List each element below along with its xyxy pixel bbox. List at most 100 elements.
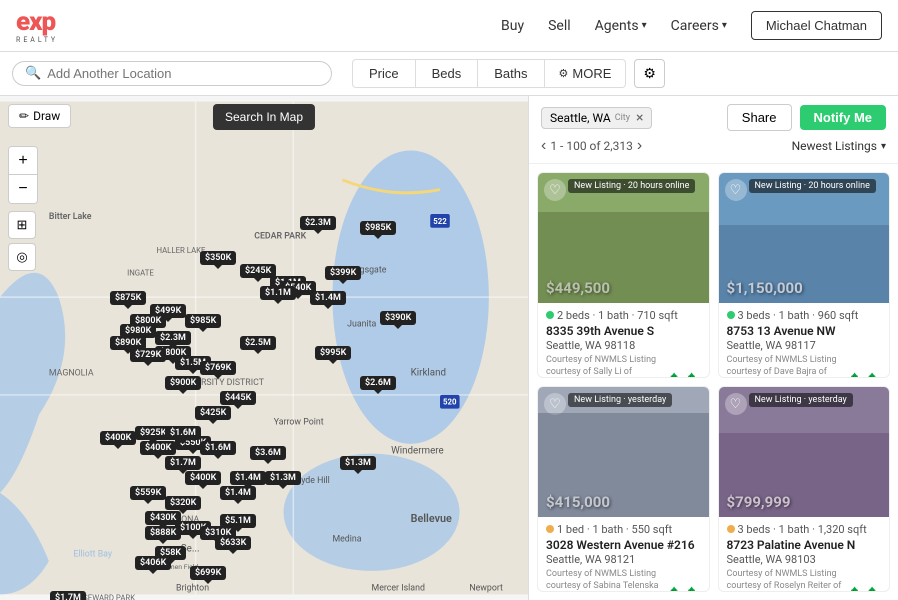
price-bubble[interactable]: $399K bbox=[325, 266, 361, 280]
listing-source-text: Courtesy of NWMLS Listing courtesy of Sa… bbox=[546, 355, 662, 378]
listing-card[interactable]: ♡ New Listing · yesterday $415,000 1 bed… bbox=[537, 386, 710, 592]
price-bubble[interactable]: $350K bbox=[200, 251, 236, 265]
price-bubble[interactable]: $320K bbox=[165, 496, 201, 510]
price-bubble[interactable]: $390K bbox=[380, 311, 416, 325]
listing-card[interactable]: ♡ New Listing · 20 hours online $449,500… bbox=[537, 172, 710, 378]
price-bubble[interactable]: $985K bbox=[360, 221, 396, 235]
listing-card[interactable]: ♡ New Listing · 20 hours online $1,150,0… bbox=[718, 172, 891, 378]
price-bubble[interactable]: $729K bbox=[130, 348, 166, 362]
listing-source-text: Courtesy of NWMLS Listing courtesy of Ro… bbox=[727, 569, 843, 592]
listings-grid: ♡ New Listing · 20 hours online $449,500… bbox=[529, 164, 898, 600]
sort-dropdown[interactable]: Newest Listings ▾ bbox=[792, 139, 886, 153]
logo[interactable]: exp REALTY bbox=[16, 7, 58, 44]
price-bubble[interactable]: $699K bbox=[190, 566, 226, 580]
svg-text:INGATE: INGATE bbox=[127, 269, 154, 278]
map-tools: ⊞ ◎ bbox=[8, 211, 36, 271]
listing-city: Seattle, WA 98121 bbox=[546, 553, 701, 566]
listing-source: Courtesy of NWMLS Listing courtesy of Ro… bbox=[727, 569, 882, 592]
price-bubble[interactable]: $406K bbox=[135, 556, 171, 570]
price-filter-button[interactable]: Price bbox=[352, 59, 416, 88]
price-bubble[interactable]: $2.5M bbox=[240, 336, 276, 350]
zoom-out-button[interactable]: − bbox=[9, 175, 37, 203]
header: exp REALTY Buy Sell Agents ▾ Careers ▾ M… bbox=[0, 0, 898, 52]
map-container[interactable]: 522 520 Bitter Lake CEDAR PARK HALLER LA… bbox=[0, 96, 528, 600]
price-bubble[interactable]: $2.6M bbox=[360, 376, 396, 390]
price-bubble[interactable]: $425K bbox=[195, 406, 231, 420]
svg-text:Medina: Medina bbox=[332, 535, 361, 545]
notify-me-button[interactable]: Notify Me bbox=[800, 105, 887, 130]
settings-filter-button[interactable]: ⚙ bbox=[634, 59, 665, 88]
map-tool-layers[interactable]: ⊞ bbox=[8, 211, 36, 239]
price-bubble[interactable]: $1.4M bbox=[220, 486, 256, 500]
zoom-controls: + − bbox=[8, 146, 38, 204]
price-bubble[interactable]: $1.1M bbox=[260, 286, 296, 300]
price-bubble[interactable]: $1.7M bbox=[165, 456, 201, 470]
price-bubble[interactable]: $5.1M bbox=[220, 514, 256, 528]
filter-buttons: Price Beds Baths ⚙ MORE bbox=[352, 59, 626, 88]
price-bubble[interactable]: $633K bbox=[215, 536, 251, 550]
logo-realty-text: REALTY bbox=[16, 37, 58, 44]
price-bubble[interactable]: $1.3M bbox=[265, 471, 301, 485]
map-tool-location[interactable]: ◎ bbox=[8, 243, 36, 271]
listing-image: ♡ New Listing · yesterday $799,999 bbox=[719, 387, 890, 517]
listing-heart[interactable]: ♡ bbox=[725, 393, 747, 415]
price-bubble[interactable]: $445K bbox=[220, 391, 256, 405]
zoom-in-button[interactable]: + bbox=[9, 147, 37, 175]
location-chip[interactable]: Seattle, WA City × bbox=[541, 107, 652, 129]
price-bubble[interactable]: $985K bbox=[185, 314, 221, 328]
price-bubble[interactable]: $559K bbox=[130, 486, 166, 500]
draw-button[interactable]: ✏ Draw bbox=[8, 104, 71, 128]
listing-heart[interactable]: ♡ bbox=[544, 179, 566, 201]
listing-image: ♡ New Listing · 20 hours online $1,150,0… bbox=[719, 173, 890, 303]
listing-image: ♡ New Listing · 20 hours online $449,500 bbox=[538, 173, 709, 303]
baths-filter-button[interactable]: Baths bbox=[478, 59, 544, 88]
listing-heart[interactable]: ♡ bbox=[544, 393, 566, 415]
beds-filter-button[interactable]: Beds bbox=[416, 59, 479, 88]
price-bubble[interactable]: $400K bbox=[140, 441, 176, 455]
price-bubble[interactable]: $1.7M bbox=[50, 591, 86, 600]
user-menu-button[interactable]: Michael Chatman bbox=[751, 11, 882, 40]
nav-agents[interactable]: Agents ▾ bbox=[595, 18, 647, 34]
careers-chevron-icon: ▾ bbox=[722, 20, 727, 31]
more-filter-button[interactable]: ⚙ MORE bbox=[545, 59, 627, 88]
nav-sell[interactable]: Sell bbox=[548, 18, 571, 34]
search-in-map-button[interactable]: Search In Map bbox=[213, 104, 315, 130]
svg-text:Windermere: Windermere bbox=[391, 446, 444, 457]
price-bubble[interactable]: $2.3M bbox=[300, 216, 336, 230]
listing-address: 3028 Western Avenue #216 bbox=[546, 538, 701, 552]
listing-source-text: Courtesy of NWMLS Listing courtesy of Da… bbox=[727, 355, 843, 378]
listing-info: 3 beds · 1 bath · 1,320 sqft 8723 Palati… bbox=[719, 517, 890, 592]
price-bubble[interactable]: $3.6M bbox=[250, 446, 286, 460]
listing-city: Seattle, WA 98117 bbox=[727, 339, 882, 352]
price-bubble[interactable]: $875K bbox=[110, 291, 146, 305]
search-input[interactable] bbox=[47, 66, 319, 81]
price-bubble[interactable]: $995K bbox=[315, 346, 351, 360]
price-bubble[interactable]: $888K bbox=[145, 526, 181, 540]
pencil-icon: ✏ bbox=[19, 109, 29, 123]
search-input-wrap[interactable]: 🔍 bbox=[12, 61, 332, 86]
price-bubble[interactable]: $1.6M bbox=[200, 441, 236, 455]
location-chip-label: City bbox=[615, 113, 630, 123]
price-bubble[interactable]: $2.3M bbox=[155, 331, 191, 345]
location-chip-text: Seattle, WA bbox=[550, 111, 611, 125]
next-page-button[interactable]: › bbox=[637, 137, 642, 155]
nav-buy[interactable]: Buy bbox=[501, 18, 524, 34]
prev-page-button[interactable]: ‹ bbox=[541, 137, 546, 155]
svg-text:Yarrow Point: Yarrow Point bbox=[274, 417, 324, 427]
share-button[interactable]: Share bbox=[727, 104, 792, 131]
price-bubble[interactable]: $769K bbox=[200, 361, 236, 375]
svg-text:Bitter Lake: Bitter Lake bbox=[49, 212, 92, 222]
close-icon[interactable]: × bbox=[636, 111, 643, 125]
price-bubble[interactable]: $1.4M bbox=[230, 471, 266, 485]
nav-careers[interactable]: Careers ▾ bbox=[671, 18, 727, 34]
price-bubble[interactable]: $900K bbox=[165, 376, 201, 390]
price-bubble[interactable]: $400K bbox=[100, 431, 136, 445]
price-bubble[interactable]: $1.3M bbox=[340, 456, 376, 470]
listings-panel: Seattle, WA City × Share Notify Me ‹ 1 -… bbox=[528, 96, 898, 600]
price-bubble[interactable]: $400K bbox=[185, 471, 221, 485]
listings-header: Seattle, WA City × Share Notify Me ‹ 1 -… bbox=[529, 96, 898, 164]
listing-card[interactable]: ♡ New Listing · yesterday $799,999 3 bed… bbox=[718, 386, 891, 592]
listing-heart[interactable]: ♡ bbox=[725, 179, 747, 201]
price-bubble[interactable]: $1.6M bbox=[165, 426, 201, 440]
price-bubble[interactable]: $1.4M bbox=[310, 291, 346, 305]
